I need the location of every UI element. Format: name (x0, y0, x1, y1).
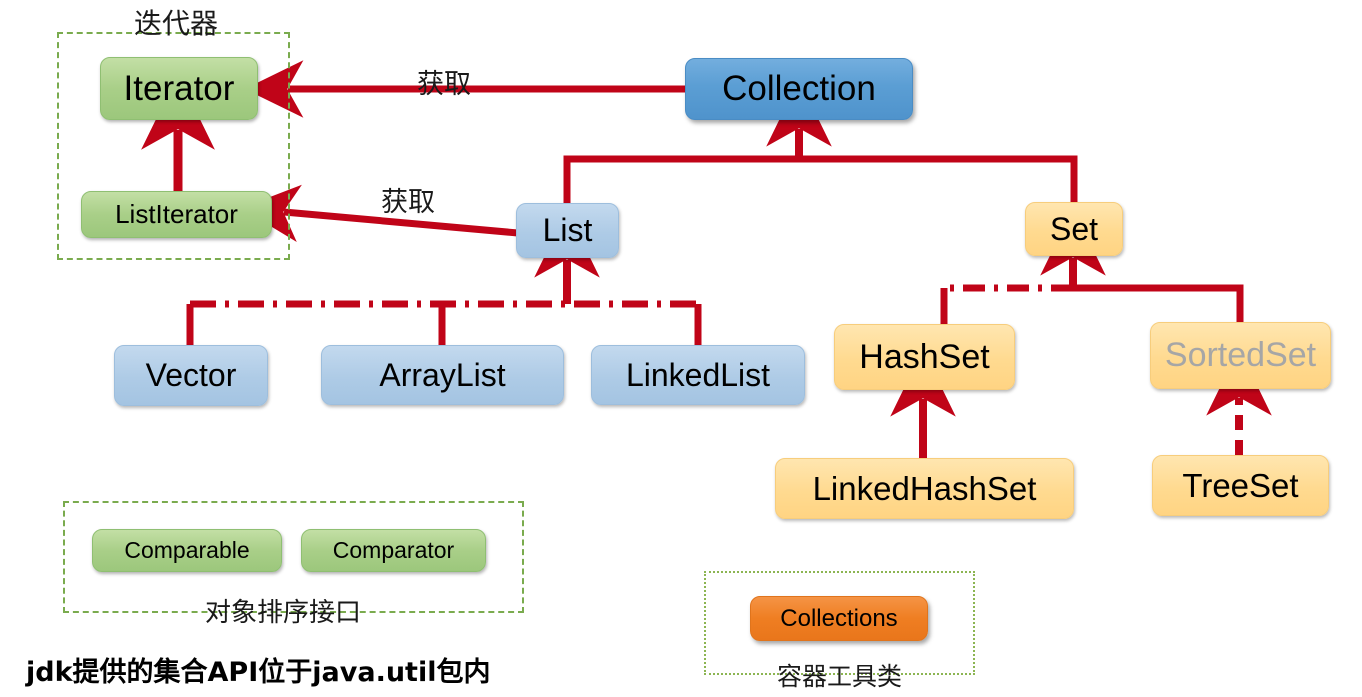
node-collections[interactable]: Collections (750, 596, 928, 641)
node-vector[interactable]: Vector (114, 345, 268, 406)
group-iterator-label: 迭代器 (134, 7, 219, 40)
node-listiterator[interactable]: ListIterator (81, 191, 272, 238)
edge-label-list-listiterator: 获取 (381, 187, 435, 218)
node-comparator[interactable]: Comparator (301, 529, 486, 572)
node-comparable[interactable]: Comparable (92, 529, 282, 572)
node-collection-label: Collection (722, 69, 876, 108)
edge-label-collection-iterator: 获取 (417, 69, 471, 100)
node-set[interactable]: Set (1025, 202, 1123, 256)
node-collection[interactable]: Collection (685, 58, 913, 120)
node-linkedlist-label: LinkedList (625, 356, 771, 393)
node-list[interactable]: List (516, 203, 619, 258)
group-tools-label: 容器工具类 (777, 662, 903, 691)
node-iterator-label: Iterator (123, 68, 235, 108)
node-arraylist[interactable]: ArrayList (321, 345, 564, 405)
diagram-canvas: 迭代器 对象排序接口 容器工具类 获取 获取 Iterator ListIter… (0, 0, 1362, 697)
node-list-label: List (542, 212, 593, 248)
node-linkedhashset[interactable]: LinkedHashSet (775, 458, 1074, 519)
footnote-text: jdk提供的集合API位于java.util包内 (26, 657, 491, 688)
group-sorting-label: 对象排序接口 (205, 598, 362, 628)
node-sortedset-label: SortedSet (1164, 336, 1317, 374)
node-vector-label: Vector (145, 357, 237, 393)
node-hashset-label: HashSet (859, 337, 990, 376)
node-treeset[interactable]: TreeSet (1152, 455, 1329, 516)
node-comparable-label: Comparable (124, 537, 250, 563)
node-linkedlist[interactable]: LinkedList (591, 345, 805, 405)
node-treeset-label: TreeSet (1182, 466, 1299, 504)
node-arraylist-label: ArrayList (379, 356, 506, 393)
node-listiterator-label: ListIterator (115, 199, 238, 229)
node-set-label: Set (1049, 210, 1099, 247)
node-linkedhashset-label: LinkedHashSet (812, 469, 1037, 507)
node-hashset[interactable]: HashSet (834, 324, 1015, 390)
node-comparator-label: Comparator (332, 537, 455, 563)
node-iterator[interactable]: Iterator (100, 57, 258, 120)
node-collections-label: Collections (780, 604, 898, 632)
node-sortedset[interactable]: SortedSet (1150, 322, 1331, 389)
